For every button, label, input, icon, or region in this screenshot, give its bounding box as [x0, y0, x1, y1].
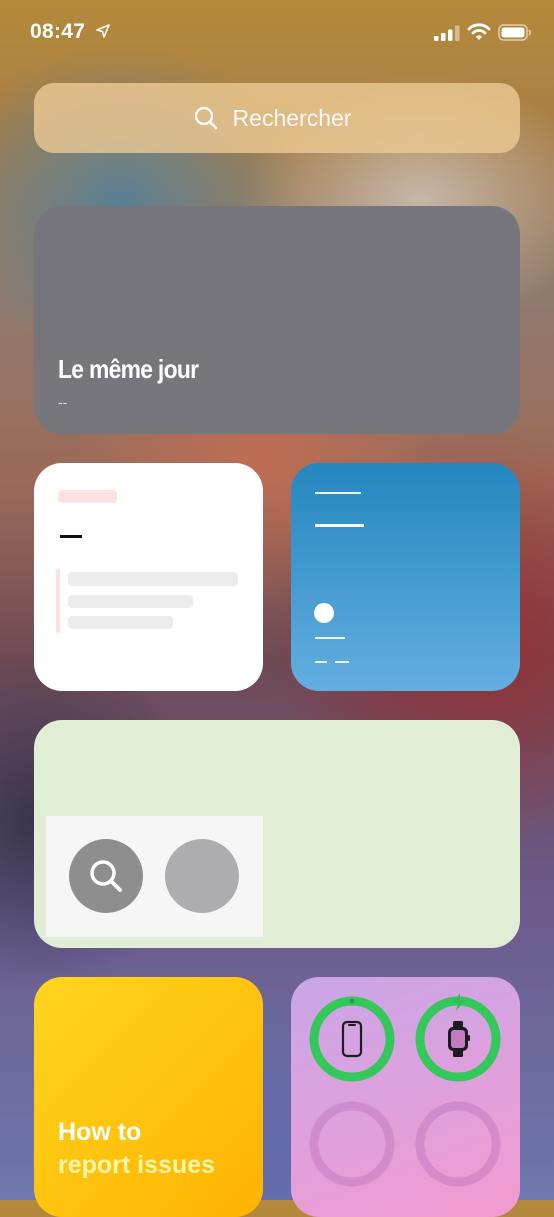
weather-temp-placeholder: [315, 524, 364, 527]
battery-icon: [498, 24, 532, 41]
suggestions-panel: [46, 816, 263, 937]
iphone-battery-ring: [309, 996, 395, 1082]
weather-high-placeholder: [315, 661, 327, 663]
calendar-event-line: [68, 595, 193, 608]
suggested-app-placeholder[interactable]: [165, 839, 239, 913]
weather-condition-placeholder: [315, 637, 345, 639]
weather-city-placeholder: [315, 492, 361, 494]
tips-subtitle: report issues: [58, 1151, 216, 1179]
battery-ring-empty: [309, 1101, 395, 1187]
watch-icon: [448, 1021, 470, 1057]
memories-title: Le même jour: [58, 354, 199, 384]
calendar-event-line: [68, 616, 173, 629]
tips-title: How to: [58, 1118, 142, 1146]
tips-widget[interactable]: How to report issues: [34, 977, 263, 1217]
memories-widget[interactable]: Le même jour --: [34, 206, 520, 434]
batteries-widget[interactable]: [291, 977, 520, 1217]
calendar-event-bar: [56, 569, 60, 633]
search-bar[interactable]: Rechercher: [34, 83, 520, 153]
calendar-date-placeholder: [60, 535, 82, 538]
location-arrow-icon: [96, 24, 110, 38]
wifi-icon: [467, 23, 491, 40]
suggested-search-button[interactable]: [69, 839, 143, 913]
search-input[interactable]: Rechercher: [233, 105, 352, 132]
calendar-widget[interactable]: [34, 463, 263, 691]
iphone-icon: [341, 1020, 363, 1058]
status-time: 08:47: [30, 20, 86, 43]
search-icon: [90, 860, 122, 892]
search-icon: [194, 106, 217, 130]
cellular-signal-icon: [434, 25, 460, 41]
memories-subtitle: --: [58, 394, 68, 410]
status-bar: 08:47: [0, 0, 554, 66]
weather-condition-icon: [314, 603, 334, 623]
calendar-day-placeholder: [58, 490, 117, 503]
weather-widget[interactable]: [291, 463, 520, 691]
weather-low-placeholder: [335, 661, 349, 663]
siri-suggestions-widget[interactable]: [34, 720, 520, 948]
calendar-event-line: [68, 572, 238, 586]
charging-bolt-icon: [453, 993, 465, 1011]
battery-ring-empty: [415, 1101, 501, 1187]
